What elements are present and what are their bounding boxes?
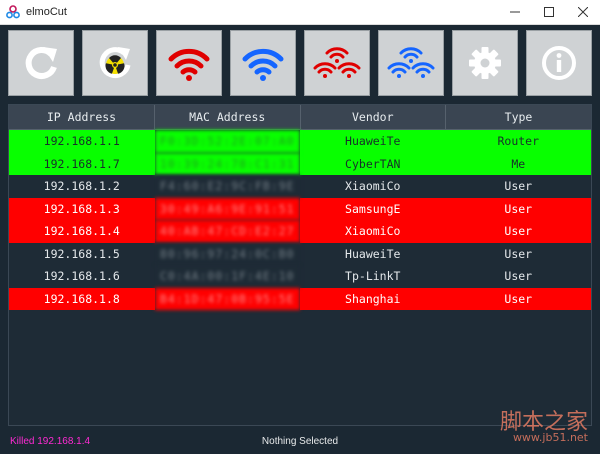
column-header-vendor[interactable]: Vendor [300, 105, 446, 130]
cell-vendor: HuaweiTe [300, 242, 446, 265]
unkill-all-button[interactable] [230, 30, 296, 96]
cell-type: User [445, 197, 591, 220]
wifi-red-icon [168, 48, 210, 81]
cell-ip: 192.168.1.5 [9, 242, 155, 265]
kill-all-button[interactable] [156, 30, 222, 96]
wifi-blue-multi-icon [387, 47, 435, 78]
radiation-icon [99, 47, 131, 79]
cell-ip: 192.168.1.7 [9, 152, 155, 175]
column-header-ip[interactable]: IP Address [9, 105, 155, 130]
cell-type: Router [445, 129, 591, 153]
cell-mac: 40:AB:47:CD:E2:27 [154, 220, 300, 243]
cell-ip: 192.168.1.4 [9, 220, 155, 243]
status-selection: Nothing Selected [261, 435, 339, 447]
cell-mac: F0:3D:52:2E:07:A0 [154, 129, 300, 153]
cell-ip: 192.168.1.2 [9, 175, 155, 198]
refresh-icon [25, 47, 57, 79]
minimize-icon [510, 11, 520, 13]
refresh-button[interactable] [8, 30, 74, 96]
table-row[interactable]: 192.168.1.5 80:96:97:24:0C:B0 HuaweiTe User [9, 242, 591, 265]
app-logo-icon [6, 5, 20, 19]
cell-vendor: Shanghai [300, 287, 446, 310]
cell-type: Me [445, 152, 591, 175]
minimize-button[interactable] [498, 0, 532, 24]
cell-type: User [445, 175, 591, 198]
cell-ip: 192.168.1.1 [9, 129, 155, 153]
kill-multiple-button[interactable] [304, 30, 370, 96]
gear-icon [469, 47, 501, 79]
table-header: IP Address MAC Address Vendor Type [9, 105, 591, 130]
device-table-panel: IP Address MAC Address Vendor Type 192.1… [8, 104, 592, 426]
table-row[interactable]: 192.168.1.1 F0:3D:52:2E:07:A0 HuaweiTe Rout… [9, 129, 591, 153]
cell-mac: 80:96:97:24:0C:B0 [154, 242, 300, 265]
column-header-type[interactable]: Type [445, 105, 591, 130]
title-bar: elmoCut [0, 0, 600, 25]
cell-mac: C0:4A:00:1F:4E:10 [154, 265, 300, 288]
cell-vendor: Tp-LinkT [300, 265, 446, 288]
maximize-button[interactable] [532, 0, 566, 24]
cell-ip: 192.168.1.6 [9, 265, 155, 288]
about-button[interactable] [526, 30, 592, 96]
cell-mac: B4:1D:47:0B:95:5E [154, 287, 300, 310]
cell-vendor: XiaomiCo [300, 220, 446, 243]
wifi-blue-icon [242, 48, 284, 81]
cell-vendor: SamsungE [300, 197, 446, 220]
maximize-icon [544, 7, 554, 17]
close-icon [578, 7, 588, 17]
column-header-mac[interactable]: MAC Address [154, 105, 301, 130]
close-button[interactable] [566, 0, 600, 24]
cell-type: User [445, 242, 591, 265]
device-table: IP Address MAC Address Vendor Type 192.1… [9, 105, 591, 310]
cell-type: User [445, 220, 591, 243]
settings-button[interactable] [452, 30, 518, 96]
cell-mac: 30:49:A6:9E:91:51 [154, 197, 300, 220]
table-row[interactable]: 192.168.1.4 40:AB:47:CD:E2:27 XiaomiCo User [9, 220, 591, 243]
wifi-red-multi-icon [313, 47, 361, 78]
window-title: elmoCut [26, 6, 67, 18]
watermark-url: www.jb51.net [512, 431, 588, 444]
table-row[interactable]: 192.168.1.3 30:49:A6:9E:91:51 SamsungE User [9, 197, 591, 220]
cell-type: User [445, 265, 591, 288]
unkill-multiple-button[interactable] [378, 30, 444, 96]
cell-mac: F4:60:E2:9C:FB:9E [154, 175, 300, 198]
table-row[interactable]: 192.168.1.7 10:39:24:78:C1:31 CyberTAN Me [9, 152, 591, 175]
nuclear-button[interactable] [82, 30, 148, 96]
cell-ip: 192.168.1.3 [9, 197, 155, 220]
cell-type: User [445, 287, 591, 310]
info-icon [542, 46, 576, 80]
cell-vendor: XiaomiCo [300, 175, 446, 198]
table-row[interactable]: 192.168.1.6 C0:4A:00:1F:4E:10 Tp-LinkT User [9, 265, 591, 288]
toolbar [8, 30, 592, 98]
cell-vendor: CyberTAN [300, 152, 446, 175]
cell-vendor: HuaweiTe [300, 129, 446, 153]
cell-ip: 192.168.1.8 [9, 287, 155, 310]
table-row[interactable]: 192.168.1.8 B4:1D:47:0B:95:5E Shanghai User [9, 287, 591, 310]
cell-mac: 10:39:24:78:C1:31 [154, 152, 300, 175]
table-row[interactable]: 192.168.1.2 F4:60:E2:9C:FB:9E XiaomiCo User [9, 175, 591, 198]
